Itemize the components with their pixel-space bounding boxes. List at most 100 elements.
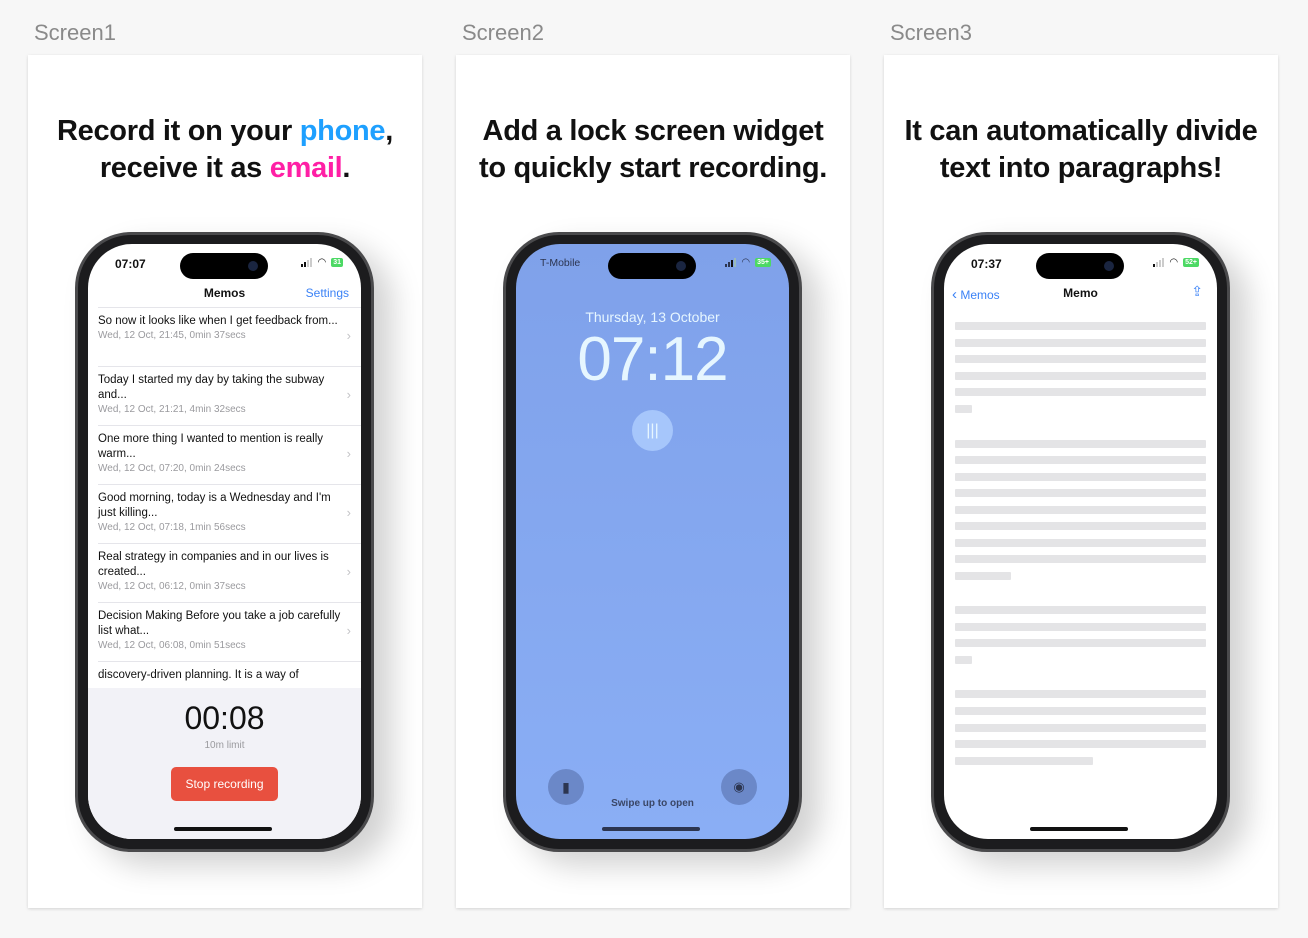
memo-meta: Wed, 12 Oct, 07:20, 0min 24secs xyxy=(98,463,246,474)
text-line-placeholder xyxy=(955,440,1206,448)
battery-icon: 52+ xyxy=(1183,258,1199,267)
text-line-placeholder xyxy=(955,522,1206,530)
home-indicator xyxy=(1030,827,1128,831)
text-line-placeholder xyxy=(955,555,1206,563)
headline-text: . xyxy=(342,152,351,184)
headline-text: to quickly start recording. xyxy=(478,152,828,184)
screen2-headline: Add a lock screen widget to quickly star… xyxy=(456,113,850,187)
headline-text: It can automatically divide xyxy=(904,115,1258,147)
share-icon[interactable]: ⇪ xyxy=(1191,283,1203,300)
headline-text: text into paragraphs! xyxy=(939,152,1223,184)
memo-meta: Wed, 12 Oct, 06:08, 0min 51secs xyxy=(98,640,246,651)
memo-title: Real strategy in companies and in our li… xyxy=(98,551,329,578)
memo-title: Good morning, today is a Wednesday and I… xyxy=(98,492,331,519)
memo-title: Today I started my day by taking the sub… xyxy=(98,374,325,401)
text-line-placeholder xyxy=(955,339,1206,347)
memo-meta: Wed, 12 Oct, 21:45, 0min 37secs xyxy=(98,330,246,341)
memo-detail-screen: 07:37 ◠ 52+ ‹ Memos Memo ⇪ xyxy=(944,244,1217,839)
phone-frame: 07:07 ◠ 31 Memos Settings So now it look… xyxy=(75,232,374,852)
status-icons: ◠ 52+ xyxy=(1153,257,1199,268)
screen3-label: Screen3 xyxy=(890,20,972,45)
screen2-label: Screen2 xyxy=(462,20,544,45)
memos-screen: 07:07 ◠ 31 Memos Settings So now it look… xyxy=(88,244,361,839)
home-indicator xyxy=(174,827,272,831)
text-line-placeholder xyxy=(955,506,1206,514)
text-line-placeholder xyxy=(955,456,1206,464)
chevron-right-icon: › xyxy=(346,623,351,638)
screen3-panel: It can automatically divide text into pa… xyxy=(884,55,1278,908)
text-line-placeholder xyxy=(955,606,1206,614)
text-line-placeholder xyxy=(955,740,1206,748)
status-icons: ◠ 35+ xyxy=(725,257,771,268)
lock-screen: T-Mobile ◠ 35+ Thursday, 13 October 07:1… xyxy=(516,244,789,839)
text-line-placeholder xyxy=(955,405,972,413)
wifi-icon: ◠ xyxy=(741,257,751,268)
chevron-right-icon: › xyxy=(346,564,351,579)
screen2-panel: Add a lock screen widget to quickly star… xyxy=(456,55,850,908)
memo-list-item[interactable]: One more thing I wanted to mention is re… xyxy=(98,425,361,484)
battery-icon: 31 xyxy=(331,258,343,267)
recording-timer: 00:08 xyxy=(184,700,265,736)
text-line-placeholder xyxy=(955,372,1206,380)
memo-title: One more thing I wanted to mention is re… xyxy=(98,433,324,460)
text-line-placeholder xyxy=(955,690,1206,698)
signal-icon xyxy=(1153,258,1165,267)
memo-list-item[interactable]: Good morning, today is a Wednesday and I… xyxy=(98,484,361,543)
headline-text: receive it as xyxy=(99,152,270,184)
memo-title: discovery-driven planning. It is a way o… xyxy=(98,669,299,681)
text-line-placeholder xyxy=(955,473,1206,481)
stop-recording-button[interactable]: Stop recording xyxy=(171,767,278,801)
screen1-panel: Record it on your phone, receive it as e… xyxy=(28,55,422,908)
chevron-right-icon: › xyxy=(346,387,351,402)
memo-list-item[interactable]: Real strategy in companies and in our li… xyxy=(98,543,361,602)
text-line-placeholder xyxy=(955,724,1206,732)
battery-icon: 35+ xyxy=(755,258,771,267)
signal-icon xyxy=(725,258,737,267)
lock-date: Thursday, 13 October xyxy=(585,309,720,325)
text-line-placeholder xyxy=(955,707,1206,715)
home-indicator[interactable] xyxy=(602,827,700,831)
text-line-placeholder xyxy=(955,355,1206,363)
text-line-placeholder xyxy=(955,322,1206,330)
status-time: 07:07 xyxy=(115,257,146,271)
text-line-placeholder xyxy=(955,572,1011,580)
screen1-headline: Record it on your phone, receive it as e… xyxy=(28,113,422,187)
text-line-placeholder xyxy=(955,656,972,664)
headline-text: Add a lock screen widget xyxy=(482,115,824,147)
memo-title: Decision Making Before you take a job ca… xyxy=(98,610,341,637)
recording-panel: 00:08 10m limit Stop recording xyxy=(88,688,361,839)
status-icons: ◠ 31 xyxy=(301,257,343,268)
text-line-placeholder xyxy=(955,489,1206,497)
signal-icon xyxy=(301,258,313,267)
chevron-right-icon: › xyxy=(346,328,351,343)
memo-list-item[interactable]: Today I started my day by taking the sub… xyxy=(98,366,361,425)
lock-time: 07:12 xyxy=(577,325,728,394)
memo-title: So now it looks like when I get feedback… xyxy=(98,315,338,327)
chevron-right-icon: › xyxy=(346,505,351,520)
headline-text: Record it on your xyxy=(57,115,300,147)
record-widget-waveform-icon[interactable]: ||| xyxy=(632,410,673,451)
text-line-placeholder xyxy=(955,623,1206,631)
status-time: 07:37 xyxy=(971,257,1002,271)
nav-title: Memo xyxy=(1063,286,1098,300)
phone-frame: T-Mobile ◠ 35+ Thursday, 13 October 07:1… xyxy=(503,232,802,852)
dynamic-island xyxy=(608,253,696,279)
text-line-placeholder xyxy=(955,639,1206,647)
memo-list-item[interactable]: Decision Making Before you take a job ca… xyxy=(98,602,361,661)
swipe-hint: Swipe up to open xyxy=(611,798,694,809)
limit-label: 10m limit xyxy=(204,740,245,751)
memo-meta: Wed, 12 Oct, 07:18, 1min 56secs xyxy=(98,522,246,533)
chevron-right-icon: › xyxy=(346,446,351,461)
wifi-icon: ◠ xyxy=(1169,257,1179,268)
text-line-placeholder xyxy=(955,757,1093,765)
text-line-placeholder xyxy=(955,539,1206,547)
settings-button[interactable]: Settings xyxy=(306,286,349,300)
headline-phone: phone xyxy=(299,115,386,147)
memo-meta: Wed, 12 Oct, 06:12, 0min 37secs xyxy=(98,581,246,592)
memo-list-item[interactable]: So now it looks like when I get feedback… xyxy=(98,307,361,366)
carrier-label: T-Mobile xyxy=(540,257,581,269)
dynamic-island xyxy=(180,253,268,279)
wifi-icon: ◠ xyxy=(317,257,327,268)
headline-email: email xyxy=(269,152,343,184)
headline-text: , xyxy=(385,115,393,147)
